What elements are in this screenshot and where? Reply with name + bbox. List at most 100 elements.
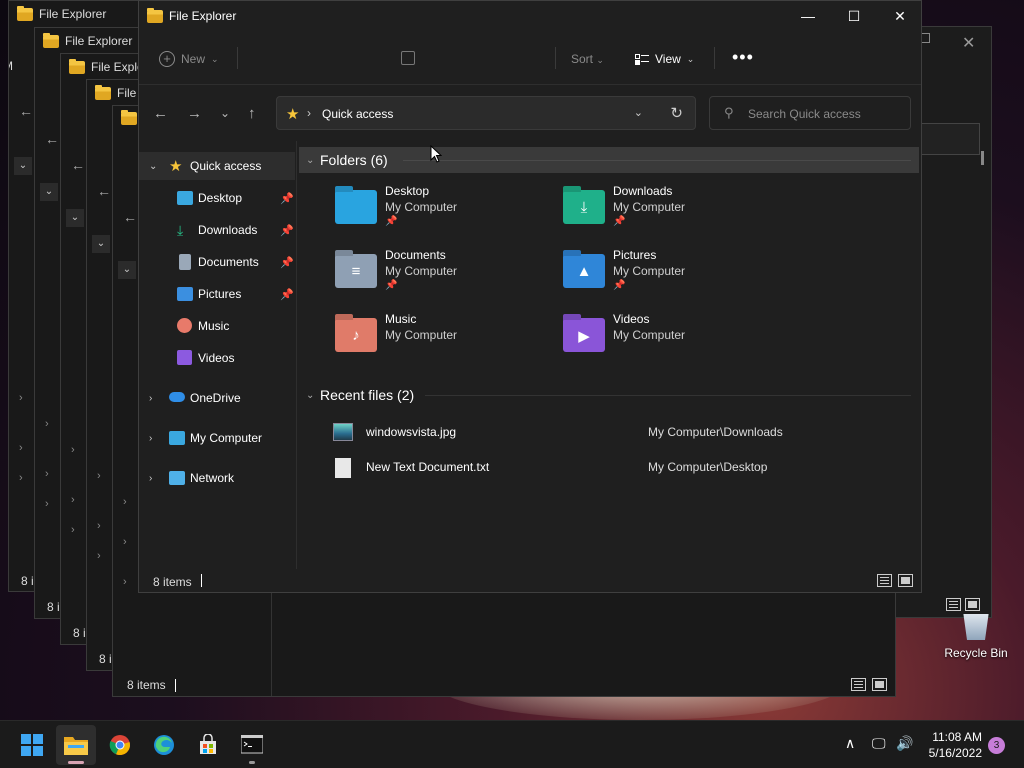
maximize-button[interactable]: ☐ xyxy=(831,1,877,31)
up-button[interactable]: ↑ xyxy=(248,105,256,122)
more-options-button[interactable]: ••• xyxy=(732,47,754,68)
taskbar-store[interactable] xyxy=(188,725,228,765)
chevron-right-icon[interactable]: › xyxy=(45,498,49,510)
chevron-down-icon[interactable]: ⌄ xyxy=(306,390,314,401)
sort-button[interactable]: Sort ⌄ xyxy=(571,52,604,66)
chevron-down-icon[interactable]: ⌄ xyxy=(306,155,314,166)
chevron-down-icon[interactable]: ⌄ xyxy=(118,261,136,279)
chevron-right-icon[interactable]: › xyxy=(149,393,152,404)
chevron-right-icon[interactable]: › xyxy=(97,550,101,562)
new-button[interactable]: + New ⌄ xyxy=(159,51,219,67)
folder-pictures[interactable]: ▲ Pictures My Computer 📌 xyxy=(563,248,783,308)
show-hidden-icons-chevron-icon[interactable]: ∧ xyxy=(845,735,855,752)
title-bar[interactable]: File Explorer — ☐ ✕ xyxy=(139,1,921,33)
minimize-button[interactable]: — xyxy=(785,1,831,31)
sidebar-item-documents[interactable]: Documents 📌 xyxy=(139,248,295,276)
folder-videos[interactable]: ▶ Videos My Computer xyxy=(563,312,783,372)
chevron-right-icon[interactable]: › xyxy=(19,472,23,484)
back-arrow-icon[interactable]: ← xyxy=(45,131,59,147)
scrollbar[interactable] xyxy=(981,151,984,165)
close-button[interactable]: ✕ xyxy=(877,1,923,31)
notification-badge[interactable]: 3 xyxy=(988,737,1005,754)
back-button[interactable]: ← xyxy=(153,105,168,122)
back-arrow-icon[interactable]: ← xyxy=(97,183,111,199)
recycle-bin[interactable]: Recycle Bin xyxy=(940,614,1012,660)
details-view-icon[interactable] xyxy=(851,678,866,691)
chevron-right-icon[interactable]: › xyxy=(71,494,75,506)
back-arrow-icon[interactable]: ← xyxy=(19,103,33,119)
chevron-right-icon[interactable]: › xyxy=(45,418,49,430)
taskbar-terminal[interactable] xyxy=(232,725,272,765)
sidebar-item-my-computer[interactable]: › My Computer xyxy=(139,424,295,452)
chevron-down-icon[interactable]: ⌄ xyxy=(92,235,110,253)
folder-music[interactable]: ♪ Music My Computer xyxy=(335,312,555,372)
refresh-button[interactable]: ↻ xyxy=(670,104,683,122)
search-input[interactable] xyxy=(748,104,898,124)
chevron-right-icon[interactable]: › xyxy=(149,433,152,444)
chevron-right-icon[interactable]: › xyxy=(71,524,75,536)
details-view-icon[interactable] xyxy=(946,598,961,611)
address-bar[interactable]: ★ › Quick access ⌄ ↻ xyxy=(276,96,696,130)
tiles-view-icon[interactable] xyxy=(965,598,980,611)
recent-locations-button[interactable]: ⌄ xyxy=(220,106,230,120)
chevron-down-icon[interactable]: ⌄ xyxy=(14,157,32,175)
chevron-right-icon[interactable]: › xyxy=(45,468,49,480)
folder-name: Pictures xyxy=(613,248,657,262)
chevron-down-icon[interactable]: ⌄ xyxy=(149,161,157,172)
folders-group-header[interactable]: ⌄ Folders (6) xyxy=(299,147,919,173)
taskbar-file-explorer[interactable] xyxy=(56,725,96,765)
share-icon[interactable] xyxy=(401,51,415,65)
sidebar-item-downloads[interactable]: ⤓ Downloads 📌 xyxy=(139,216,295,244)
chevron-right-icon[interactable]: › xyxy=(19,392,23,404)
clock[interactable]: 11:08 AM 5/16/2022 xyxy=(920,729,982,761)
file-explorer-window[interactable]: File Explorer — ☐ ✕ + New ⌄ Sort ⌄ View … xyxy=(138,0,922,593)
taskbar-chrome[interactable] xyxy=(100,725,140,765)
network-status-icon[interactable]: 🖵 xyxy=(872,735,886,752)
sidebar-item-pictures[interactable]: Pictures 📌 xyxy=(139,280,295,308)
recent-file-row[interactable]: New Text Document.txt My Computer\Deskto… xyxy=(333,454,893,482)
chevron-right-icon[interactable]: › xyxy=(123,576,127,588)
recent-file-row[interactable]: windowsvista.jpg My Computer\Downloads xyxy=(333,419,893,447)
breadcrumb[interactable]: Quick access xyxy=(322,107,393,121)
chevron-right-icon[interactable]: › xyxy=(123,536,127,548)
folder-desktop[interactable]: Desktop My Computer 📌 xyxy=(335,184,555,244)
folder-downloads[interactable]: ⤓ Downloads My Computer 📌 xyxy=(563,184,783,244)
chevron-right-icon[interactable]: › xyxy=(71,444,75,456)
folder-documents[interactable]: ≡ Documents My Computer 📌 xyxy=(335,248,555,308)
divider xyxy=(714,47,715,69)
view-button[interactable]: View ⌄ xyxy=(635,52,694,66)
pin-icon[interactable]: 📌 xyxy=(280,288,294,301)
chevron-down-icon[interactable]: ⌄ xyxy=(66,209,84,227)
close-icon[interactable]: ✕ xyxy=(962,33,975,53)
pin-icon[interactable]: 📌 xyxy=(280,192,294,205)
back-arrow-icon[interactable]: ← xyxy=(123,209,137,225)
taskbar-edge[interactable] xyxy=(144,725,184,765)
tiles-view-icon[interactable] xyxy=(872,678,887,691)
chevron-right-icon[interactable]: › xyxy=(19,442,23,454)
sidebar-item-desktop[interactable]: Desktop 📌 xyxy=(139,184,295,212)
sidebar-item-music[interactable]: Music xyxy=(139,312,295,340)
back-arrow-icon[interactable]: ← xyxy=(71,157,85,173)
start-button[interactable] xyxy=(12,725,52,765)
pin-icon[interactable]: 📌 xyxy=(280,256,294,269)
chevron-down-icon[interactable]: ⌄ xyxy=(40,183,58,201)
sidebar-item-quick-access[interactable]: ⌄ ★ Quick access xyxy=(139,152,295,180)
volume-icon[interactable]: 🔊 xyxy=(896,735,913,752)
recent-files-group-header[interactable]: ⌄ Recent files (2) xyxy=(299,382,919,408)
chevron-right-icon[interactable]: › xyxy=(149,473,152,484)
chevron-down-icon[interactable]: ⌄ xyxy=(634,106,643,119)
pin-icon[interactable]: 📌 xyxy=(280,224,294,237)
folder-location: My Computer xyxy=(613,200,686,214)
details-view-icon[interactable] xyxy=(877,574,892,587)
edge-icon xyxy=(154,735,174,755)
sidebar-item-videos[interactable]: Videos xyxy=(139,344,295,372)
chevron-right-icon[interactable]: › xyxy=(123,496,127,508)
tiles-view-icon[interactable] xyxy=(898,574,913,587)
sidebar-item-label: Music xyxy=(198,319,230,333)
sidebar-item-network[interactable]: › Network xyxy=(139,464,295,492)
forward-button[interactable]: → xyxy=(187,105,202,122)
search-box[interactable]: ⚲ xyxy=(709,96,911,130)
chevron-right-icon[interactable]: › xyxy=(97,520,101,532)
chevron-right-icon[interactable]: › xyxy=(97,470,101,482)
sidebar-item-onedrive[interactable]: › OneDrive xyxy=(139,384,295,412)
